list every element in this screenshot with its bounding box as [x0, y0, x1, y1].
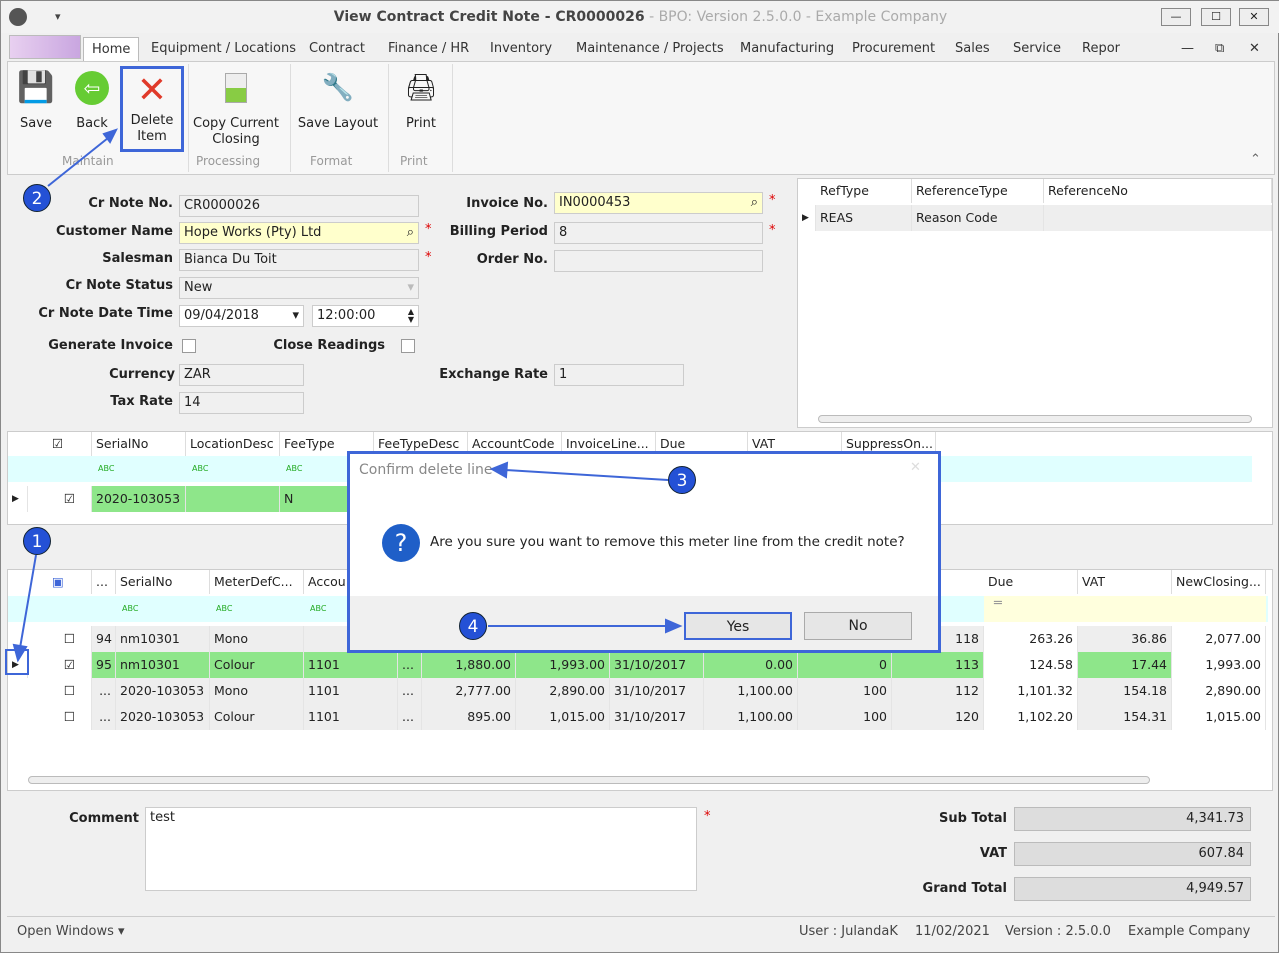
callout-2: 2 [23, 184, 51, 212]
annotation-arrows [5, 128, 683, 675]
callout-4: 4 [459, 612, 487, 640]
callout-3: 3 [668, 466, 696, 494]
callout-1: 1 [23, 527, 51, 555]
